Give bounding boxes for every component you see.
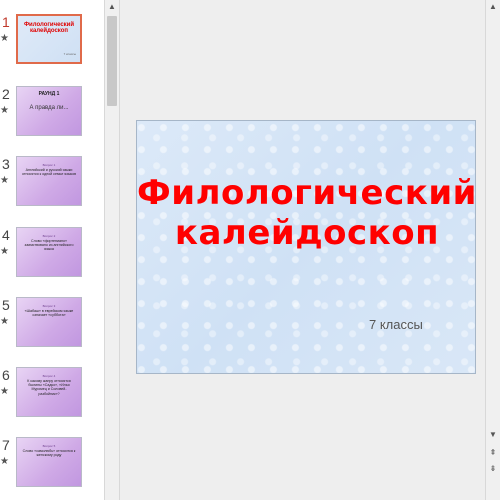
slide-item-5[interactable]: 5 ★ Вопрос 3 «Шабаш» в еврейском языке о… (0, 297, 104, 363)
animation-star-icon: ★ (0, 33, 9, 44)
thumbnail-heading: РАУНД 1 (38, 91, 60, 97)
slide-item-1[interactable]: 1 ★ Филологический калейдоскоп 7 классы (0, 14, 104, 80)
previous-slide-icon[interactable]: ⇞ (486, 446, 500, 460)
slide-item-4[interactable]: 4 ★ Вопрос 2 Слово «фортепиано» заимство… (0, 227, 104, 293)
slide-thumbnail[interactable]: РАУНД 1 А правда ли... (16, 86, 82, 136)
thumbnail-title: Филологический калейдоскоп (23, 22, 75, 34)
slide-item-3[interactable]: 3 ★ Вопрос 1 Английский и русский языки … (0, 156, 104, 222)
editor-scrollbar[interactable]: ▲ ▼ ⇞ ⇟ (485, 0, 500, 500)
animation-star-icon: ★ (0, 386, 9, 397)
slide-title-line-2: калейдоскоп (174, 213, 440, 253)
slide-title-line-1: Филологический (137, 173, 477, 213)
animation-star-icon: ★ (0, 316, 9, 327)
slide-subtitle[interactable]: 7 классы (369, 317, 423, 332)
slide-thumbnail[interactable]: Вопрос 4 К какому жанру относятся былины… (16, 367, 82, 417)
thumbnail-heading: Вопрос 3 (42, 304, 56, 308)
thumbnail-scrollbar[interactable]: ▲ (104, 0, 120, 500)
slide-thumbnail[interactable]: Вопрос 5 Слово «самолюбь» относится к же… (16, 437, 82, 487)
slide-item-2[interactable]: 2 ★ РАУНД 1 А правда ли... (0, 86, 104, 152)
main-slide-canvas[interactable]: Филологический калейдоскоп 7 классы (136, 120, 476, 374)
thumbnail-body: К какому жанру относятся былины «Садко»,… (27, 379, 71, 396)
slide-item-7[interactable]: 7 ★ Вопрос 5 Слово «самолюбь» относится … (0, 437, 104, 503)
thumbnail-body: Слово «самолюбь» относится к женскому ро… (22, 449, 76, 458)
slide-thumbnail-pane: 1 ★ Филологический калейдоскоп 7 классы … (0, 0, 104, 500)
animation-star-icon: ★ (0, 246, 9, 257)
slide-number: 3 (2, 156, 10, 172)
thumbnail-heading: Вопрос 5 (42, 444, 56, 448)
slide-thumbnail[interactable]: Вопрос 1 Английский и русский языки отно… (16, 156, 82, 206)
slide-number: 1 (2, 14, 10, 30)
slide-thumbnail[interactable]: Вопрос 2 Слово «фортепиано» заимствовано… (16, 227, 82, 277)
thumbnail-heading: Вопрос 4 (42, 374, 56, 378)
slide-number: 7 (2, 437, 10, 453)
slide-number: 2 (2, 86, 10, 102)
slide-title[interactable]: Филологический калейдоскоп (137, 173, 477, 253)
next-slide-icon[interactable]: ⇟ (486, 462, 500, 476)
thumbnail-heading: Вопрос 2 (42, 234, 56, 238)
slide-thumbnail[interactable]: Филологический калейдоскоп 7 классы (16, 14, 82, 64)
slide-number: 5 (2, 297, 10, 313)
slide-item-6[interactable]: 6 ★ Вопрос 4 К какому жанру относятся бы… (0, 367, 104, 433)
slide-thumbnail[interactable]: Вопрос 3 «Шабаш» в еврейском языке означ… (16, 297, 82, 347)
animation-star-icon: ★ (0, 175, 9, 186)
animation-star-icon: ★ (0, 456, 9, 467)
thumbnail-body: «Шабаш» в еврейском языке означает «субб… (24, 309, 74, 318)
thumbnail-body: А правда ли... (29, 105, 69, 111)
thumbnail-heading: Вопрос 1 (42, 163, 56, 167)
slide-number: 4 (2, 227, 10, 243)
thumbnail-body: Английский и русский языки относятся к о… (21, 168, 77, 177)
scroll-down-icon[interactable]: ▼ (486, 428, 500, 442)
scroll-up-icon[interactable]: ▲ (486, 0, 500, 14)
slide-number: 6 (2, 367, 10, 383)
thumbnail-subtitle: 7 классы (63, 52, 76, 56)
scrollbar-thumb[interactable] (107, 16, 117, 106)
scroll-up-icon[interactable]: ▲ (105, 0, 119, 14)
animation-star-icon: ★ (0, 105, 9, 116)
thumbnail-body: Слово «фортепиано» заимствовано из англи… (24, 239, 74, 252)
